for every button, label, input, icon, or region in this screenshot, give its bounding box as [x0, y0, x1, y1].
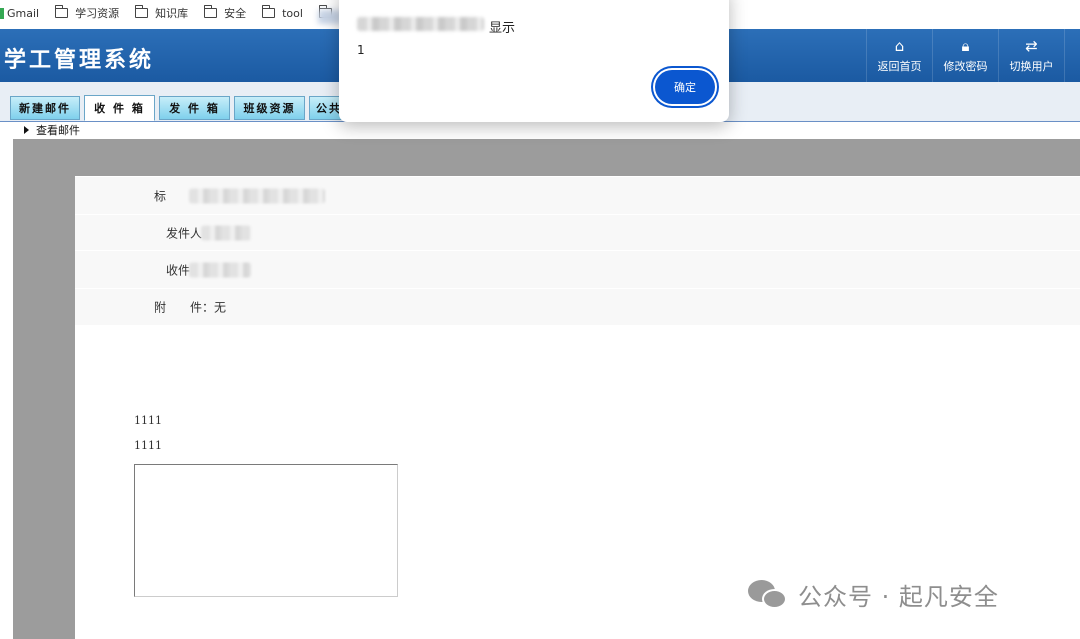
- lock-icon: 🔒︎: [961, 37, 970, 55]
- bookmark-gmail[interactable]: Gmail: [0, 7, 39, 20]
- bookmark-knowledge-base[interactable]: 知识库: [134, 5, 189, 21]
- recipient-row: 收件: [75, 250, 1080, 288]
- folder-icon: [203, 5, 218, 18]
- folder-icon: [261, 5, 276, 18]
- subject-row: 标: [75, 176, 1080, 214]
- subject-redacted: [189, 188, 325, 203]
- bookmark-study-resources[interactable]: 学习资源: [54, 5, 120, 21]
- tab-class-resources[interactable]: 班级资源: [234, 96, 305, 120]
- recipient-label: 收件: [166, 263, 191, 277]
- bookmark-label: 知识库: [155, 7, 189, 20]
- tab-new-mail[interactable]: 新建邮件: [10, 96, 80, 120]
- mail-body-textbox[interactable]: [134, 464, 398, 597]
- system-title: 学工管理系统: [4, 48, 155, 73]
- bookmark-security[interactable]: 安全: [203, 5, 247, 21]
- folder-icon: [134, 5, 149, 18]
- attachment-row: 附 件：无: [75, 288, 1080, 325]
- swap-icon: ⇄: [1025, 37, 1038, 55]
- bookmark-label: tool: [282, 6, 303, 20]
- breadcrumb-label: 查看邮件: [36, 124, 80, 137]
- home-nav-button[interactable]: ⌂ 返回首页: [866, 29, 932, 82]
- alert-dialog: 显示 1 确定: [339, 0, 729, 122]
- bookmark-label: 学习资源: [75, 7, 120, 20]
- home-nav-label: 返回首页: [877, 60, 922, 73]
- bookmark-label: 安全: [224, 7, 247, 20]
- dialog-origin-redacted: [357, 17, 484, 31]
- bookmark-tool[interactable]: tool: [261, 5, 303, 20]
- gmail-icon: [0, 7, 4, 19]
- bookmark-label: Gmail: [7, 6, 40, 20]
- change-password-button[interactable]: 🔒︎ 修改密码: [932, 29, 998, 82]
- breadcrumb[interactable]: 查看邮件: [24, 122, 80, 138]
- mail-body-line: 1111: [134, 414, 162, 427]
- dialog-message: 1: [357, 43, 365, 57]
- sender-redacted: [201, 225, 251, 240]
- mail-body-line: 1111: [134, 439, 162, 452]
- attachment-value: 无: [214, 300, 227, 315]
- dialog-title: 显示: [489, 21, 516, 36]
- subject-label: 标: [154, 189, 167, 203]
- tab-inbox[interactable]: 收 件 箱: [84, 95, 155, 121]
- header-overflow-item[interactable]: [1064, 29, 1080, 82]
- ok-button[interactable]: 确定: [655, 70, 715, 104]
- switch-user-button[interactable]: ⇄ 切换用户: [998, 29, 1064, 82]
- switch-user-label: 切换用户: [1009, 60, 1054, 73]
- tab-outbox[interactable]: 发 件 箱: [159, 96, 230, 120]
- recipient-redacted: [189, 262, 251, 277]
- attachment-label: 附 件：: [154, 300, 215, 315]
- watermark-text: 公众号 · 起凡安全: [798, 583, 999, 611]
- folder-icon: [54, 5, 69, 18]
- watermark: 公众号 · 起凡安全: [748, 577, 999, 612]
- attachment-label-group: 附 件：无: [154, 299, 226, 316]
- change-password-label: 修改密码: [943, 60, 988, 73]
- triangle-right-icon: [24, 126, 29, 134]
- sender-row: 发件人: [75, 214, 1080, 250]
- sender-label: 发件人: [166, 226, 203, 240]
- wechat-icon: [748, 578, 788, 612]
- home-icon: ⌂: [894, 37, 905, 55]
